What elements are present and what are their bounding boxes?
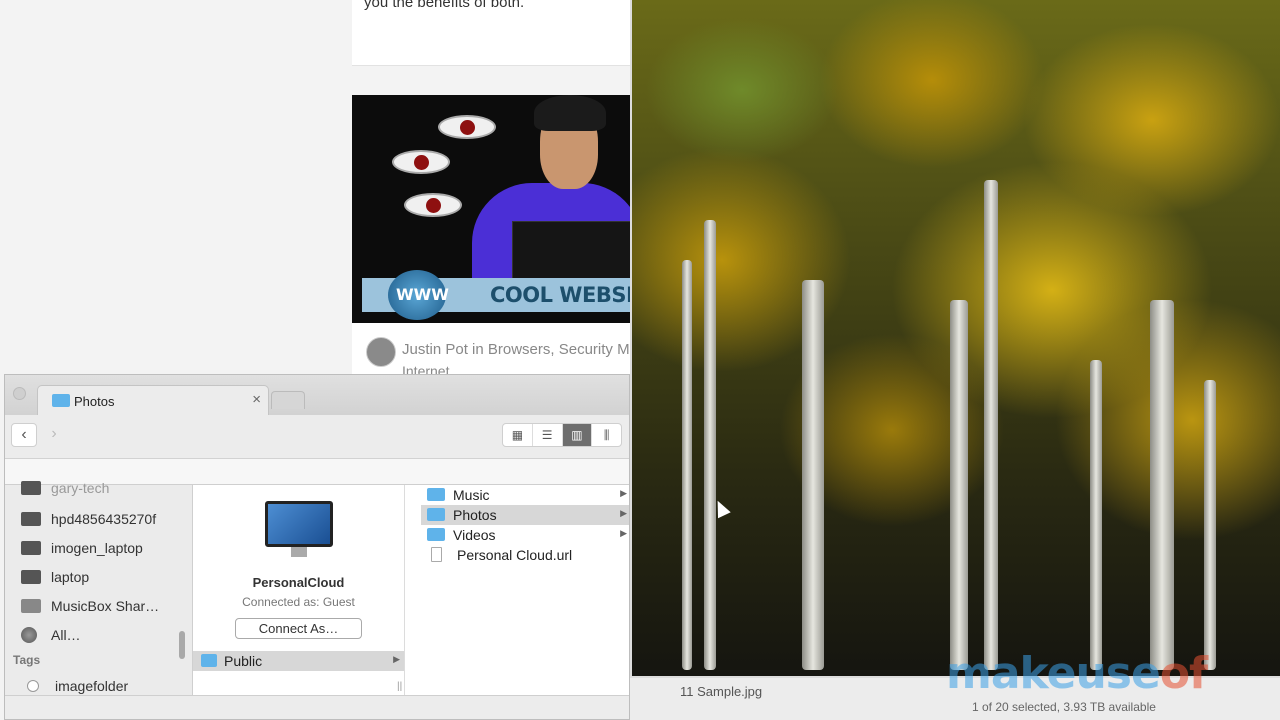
tree-trunk [984, 180, 998, 670]
chevron-right-icon: ▶ [620, 508, 627, 518]
eye-graphic [438, 115, 496, 139]
status-bar [5, 695, 629, 719]
computer-icon [21, 481, 41, 495]
sidebar-tag-imagefolder[interactable]: imagefolder [21, 675, 128, 697]
author-line[interactable]: Justin Pot in Browsers, Security M [402, 341, 630, 358]
sidebar-item-musicbox[interactable]: MusicBox Shar… [21, 595, 159, 617]
column-view-button[interactable]: ▥ [562, 424, 593, 446]
file-row-music[interactable]: Music ▶ [421, 485, 629, 505]
connection-status: Connected as: Guest [242, 595, 355, 609]
file-label: Videos [453, 527, 496, 543]
tree-trunk [1204, 380, 1216, 670]
tree-trunk [704, 220, 716, 670]
close-icon[interactable]: × [252, 391, 261, 408]
shared-folder-icon [201, 654, 217, 667]
column-resize-handle[interactable]: || [397, 681, 402, 692]
eye-graphic [404, 193, 462, 217]
folder-icon [427, 528, 445, 541]
article-image[interactable]: COOL WEBSITE WWW [352, 95, 630, 323]
sidebar-item-label: laptop [51, 569, 90, 585]
list-view-button[interactable]: ☰ [533, 424, 563, 446]
article-card-top: you the benefits of both. [352, 0, 630, 66]
author-avatar[interactable] [366, 337, 396, 367]
toolbar: ‹ › ▦ ☰ ▥ ⫼ [5, 415, 629, 459]
window-control-dot[interactable] [13, 387, 26, 400]
eye-graphic [392, 150, 450, 174]
sidebar-item-label: imagefolder [55, 678, 129, 694]
person-hair [534, 95, 606, 131]
chevron-right-icon: ▶ [620, 528, 627, 538]
sidebar-item-label: gary-tech [51, 480, 110, 496]
new-tab-button[interactable] [271, 391, 305, 409]
icon-view-button[interactable]: ▦ [503, 424, 533, 446]
file-label: Personal Cloud.url [457, 547, 573, 563]
sidebar-item-gary-tech[interactable]: gary-tech [21, 477, 109, 499]
selection-status: 1 of 20 selected, 3.93 TB available [972, 700, 1156, 714]
computer-icon [21, 570, 41, 584]
finder-window: Photos × ‹ › ▦ ☰ ▥ ⫼ gary-tech hpd485643… [4, 374, 630, 720]
sidebar-item-label: imogen_laptop [51, 540, 143, 556]
sidebar-item-imogen-laptop[interactable]: imogen_laptop [21, 537, 143, 559]
forward-button[interactable]: › [41, 423, 67, 447]
tag-icon [27, 680, 39, 692]
file-label: Photos [453, 507, 497, 523]
tab-bar: Photos × [5, 375, 629, 415]
sidebar-scrollbar[interactable] [179, 631, 185, 659]
article-snippet: you the benefits of both. [364, 0, 525, 11]
sidebar-item-label: MusicBox Shar… [51, 598, 160, 614]
file-row-photos[interactable]: Photos ▶ [421, 505, 629, 525]
globe-icon [21, 627, 37, 643]
folder-row-public[interactable]: Public ▶ [193, 651, 404, 671]
sidebar-item-hpd[interactable]: hpd4856435270f [21, 508, 156, 530]
tags-heading[interactable]: Tags [13, 653, 40, 667]
tree-trunk [802, 280, 824, 670]
connect-as-button[interactable]: Connect As… [235, 618, 362, 639]
sidebar-item-laptop[interactable]: laptop [21, 566, 89, 588]
sidebar: gary-tech hpd4856435270f imogen_laptop l… [5, 480, 193, 697]
sidebar-item-label: All… [51, 627, 81, 643]
back-button[interactable]: ‹ [11, 423, 37, 447]
file-label: Music [453, 487, 490, 503]
folder-icon [52, 394, 70, 407]
computer-icon [21, 541, 41, 555]
photo-preview-window[interactable] [630, 0, 1280, 678]
tree-trunk [682, 260, 692, 670]
logo-part-2: of [1159, 648, 1208, 699]
view-mode-group: ▦ ☰ ▥ ⫼ [502, 423, 622, 447]
banner-text: COOL WEBSITE [490, 283, 630, 307]
folder-icon [427, 508, 445, 521]
folder-icon [427, 488, 445, 501]
folder-column: Music ▶ Photos ▶ Videos ▶ Personal Cloud… [405, 485, 629, 695]
tree-trunk [1090, 360, 1102, 670]
imac-icon [265, 501, 333, 547]
server-column: PersonalCloud Connected as: Guest Connec… [193, 485, 405, 695]
folder-label: Public [224, 653, 263, 669]
tree-trunk [950, 300, 968, 670]
file-row-videos[interactable]: Videos ▶ [421, 525, 629, 545]
logo-part-1: makeuse [946, 648, 1161, 699]
coverflow-view-button[interactable]: ⫼ [592, 424, 621, 446]
tab-title: Photos [74, 394, 115, 409]
www-text: WWW [396, 285, 449, 304]
tab-photos[interactable]: Photos × [37, 385, 269, 415]
makeuseof-logo: makeuseof [946, 648, 1208, 699]
computer-icon [21, 512, 41, 526]
sidebar-item-all[interactable]: All… [21, 624, 81, 646]
chevron-right-icon: ▶ [620, 488, 627, 498]
computer-icon [21, 599, 41, 613]
document-icon [431, 547, 442, 562]
imac-stand [291, 547, 307, 557]
file-row-personal-cloud-url[interactable]: Personal Cloud.url [421, 545, 629, 565]
hidden-file-row[interactable]: 11 Sample.jpg [680, 684, 762, 699]
laptop-graphic [512, 221, 630, 281]
chevron-right-icon: ▶ [393, 654, 400, 664]
server-name: PersonalCloud [252, 575, 345, 590]
sidebar-item-label: hpd4856435270f [51, 511, 157, 527]
tree-trunk [1150, 300, 1174, 670]
